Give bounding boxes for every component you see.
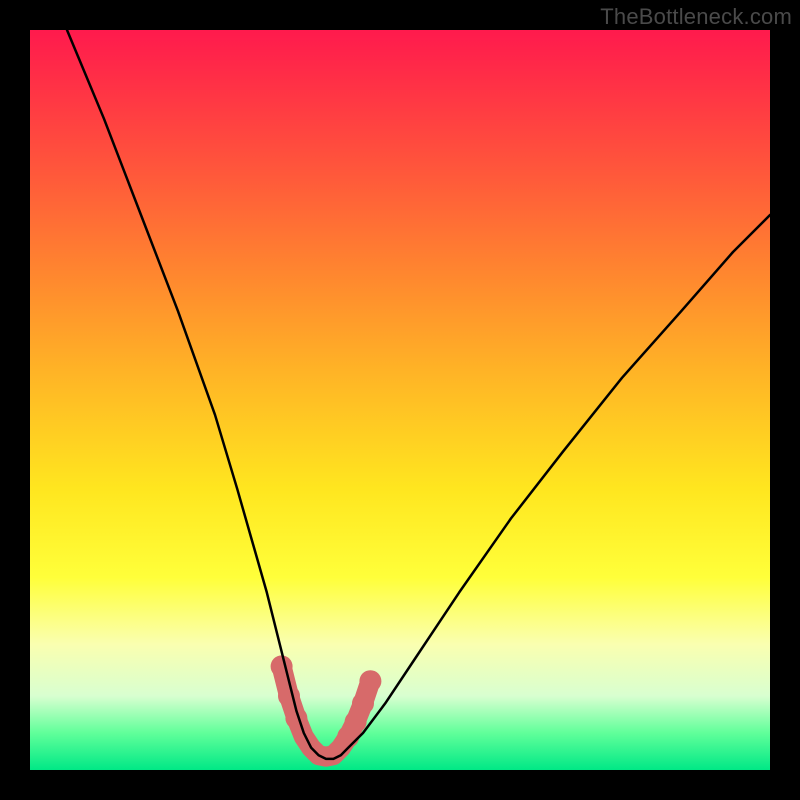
chart-frame: TheBottleneck.com	[0, 0, 800, 800]
plot-area	[30, 30, 770, 770]
curve-layer	[30, 30, 770, 770]
watermark-text: TheBottleneck.com	[600, 4, 792, 30]
bottleneck-curve	[67, 30, 770, 759]
